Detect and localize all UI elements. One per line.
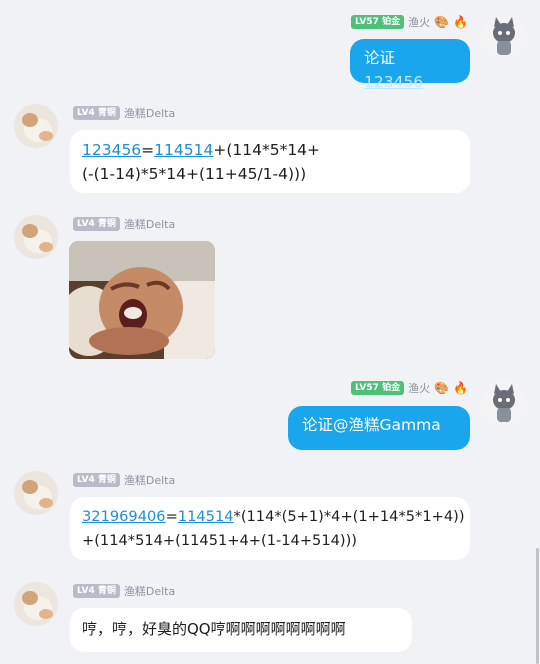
sender-meta: LV4 青铜 渔糕Delta bbox=[73, 583, 175, 599]
message-text: 论证 bbox=[364, 49, 396, 67]
message-line-1: 321969406=114514*(114*(5+1)*4+(1+14*5*1+… bbox=[82, 508, 465, 525]
number-link[interactable]: 114514 bbox=[178, 508, 234, 525]
message-text: 论证@渔糕Gamma bbox=[302, 416, 441, 434]
fire-icon: 🔥 bbox=[453, 15, 468, 29]
level-badge: LV4 青铜 bbox=[73, 217, 120, 231]
avatar[interactable] bbox=[14, 215, 58, 259]
sender-nick[interactable]: 渔火 bbox=[408, 14, 430, 30]
sender-meta: LV4 青铜 渔糕Delta bbox=[73, 105, 175, 121]
number-link[interactable]: 114514 bbox=[154, 141, 213, 159]
sender-nick[interactable]: 渔糕Delta bbox=[124, 583, 175, 599]
number-link[interactable]: 321969406 bbox=[82, 508, 166, 525]
message-bubble[interactable]: 论证 123456 bbox=[350, 39, 470, 91]
message-bubble[interactable]: 论证@渔糕Gamma bbox=[288, 406, 470, 450]
sender-nick[interactable]: 渔糕Delta bbox=[124, 105, 175, 121]
message-line-2: (-(1-14)*5*14+(11+45/1-4))) bbox=[82, 165, 307, 183]
avatar[interactable] bbox=[14, 104, 58, 148]
message-bubble[interactable]: 123456=114514+(114*5*14+ (-(1-14)*5*14+(… bbox=[70, 130, 470, 193]
avatar[interactable] bbox=[14, 582, 58, 626]
level-badge: LV57 铂金 bbox=[350, 15, 405, 29]
message-bubble[interactable]: 321969406=114514*(114*(5+1)*4+(1+14*5*1+… bbox=[70, 497, 470, 560]
level-badge: LV4 青铜 bbox=[73, 473, 120, 487]
number-link[interactable]: 123456 bbox=[82, 141, 141, 159]
scrollbar[interactable] bbox=[536, 548, 539, 664]
sender-meta: LV4 青铜 渔糕Delta bbox=[73, 472, 175, 488]
level-badge: LV4 青铜 bbox=[73, 584, 120, 598]
sender-nick[interactable]: 渔糕Delta bbox=[124, 472, 175, 488]
avatar[interactable] bbox=[482, 380, 526, 424]
avatar[interactable] bbox=[482, 13, 526, 57]
message-text: 哼，哼，好臭的QQ哼啊啊啊啊啊啊啊啊 bbox=[82, 620, 346, 638]
fire-icon: 🔥 bbox=[453, 381, 468, 395]
medal-icon: 🎨 bbox=[434, 381, 450, 395]
level-badge: LV57 铂金 bbox=[350, 381, 405, 395]
sender-nick[interactable]: 渔糕Delta bbox=[124, 216, 175, 232]
sender-meta: LV4 青铜 渔糕Delta bbox=[73, 216, 175, 232]
sender-nick[interactable]: 渔火 bbox=[408, 380, 430, 396]
message-bubble[interactable]: 哼，哼，好臭的QQ哼啊啊啊啊啊啊啊啊 bbox=[70, 608, 412, 652]
mention-link[interactable]: 123456 bbox=[364, 73, 423, 91]
message-line-2: +(114*514+(11451+4+(1-14+514))) bbox=[82, 532, 357, 549]
screaming-man-sticker[interactable] bbox=[69, 241, 215, 359]
level-badge: LV4 青铜 bbox=[73, 106, 120, 120]
avatar[interactable] bbox=[14, 471, 58, 515]
medal-icon: 🎨 bbox=[434, 15, 450, 29]
sender-meta: LV57 铂金 渔火 🎨 🔥 bbox=[350, 14, 468, 30]
message-line-1: 123456=114514+(114*5*14+ bbox=[82, 141, 321, 159]
sender-meta: LV57 铂金 渔火 🎨 🔥 bbox=[350, 380, 468, 396]
